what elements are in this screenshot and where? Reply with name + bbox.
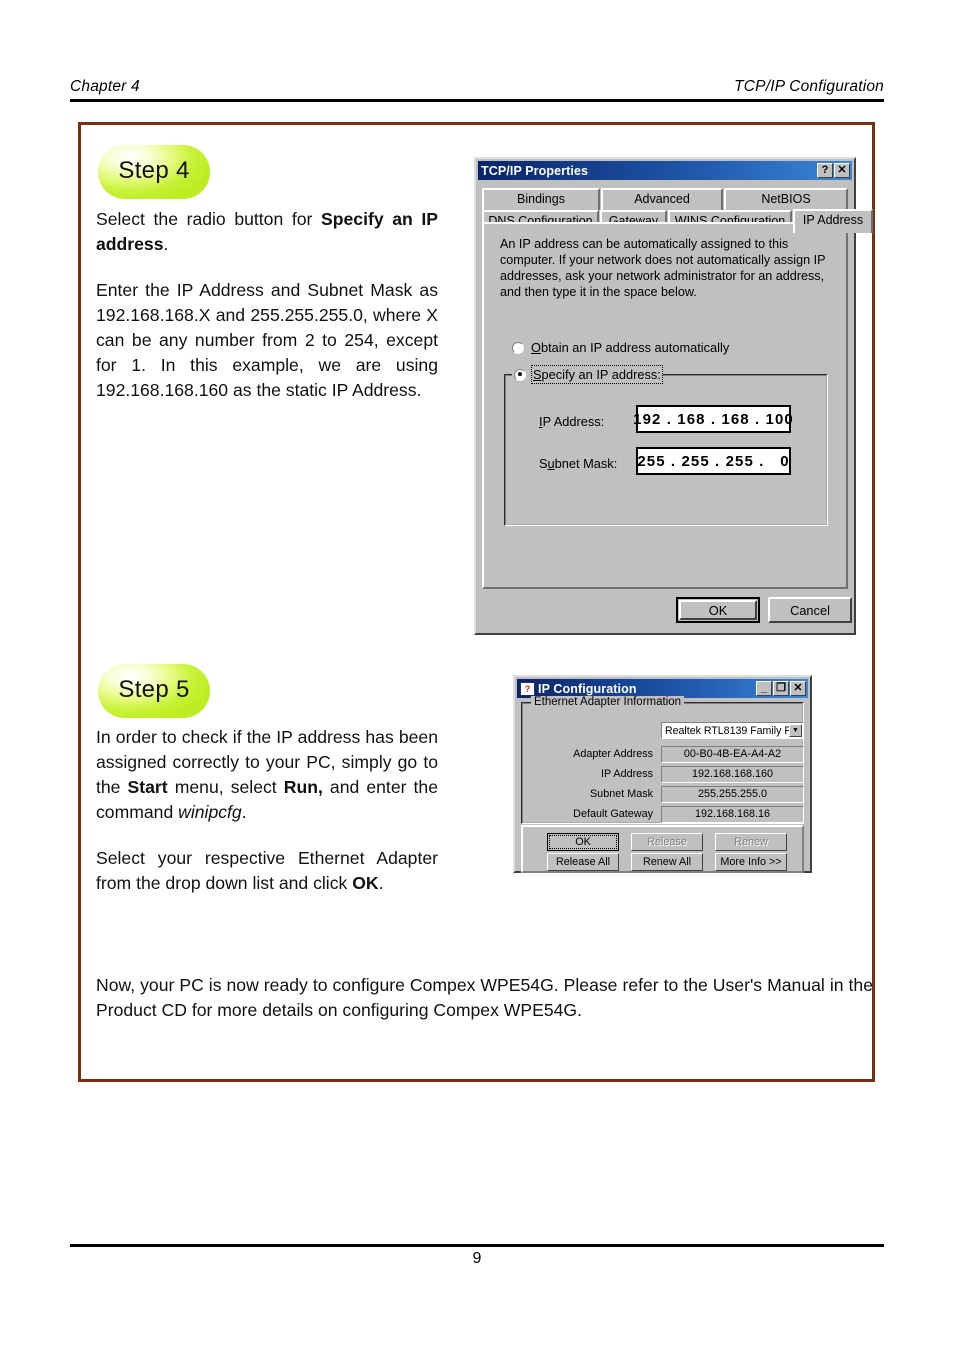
header-chapter: Chapter 4	[70, 78, 140, 95]
tab-netbios[interactable]: NetBIOS	[724, 188, 848, 210]
radio-button-icon[interactable]	[512, 341, 524, 354]
s5p1-g: .	[241, 802, 247, 822]
ipconfig-ok-label: OK	[549, 835, 617, 849]
adapter-address-row: Adapter Address 00-B0-4B-EA-A4-A2	[529, 746, 804, 763]
ip-configuration-dialog: ? IP Configuration _ ❐ ✕ Ethernet Adapte…	[513, 675, 812, 873]
renew-all-button[interactable]: Renew All	[631, 853, 703, 871]
s5p1-c: menu, select	[167, 777, 284, 797]
step-4-badge: Step 4	[98, 145, 210, 199]
footer-divider	[70, 1244, 884, 1247]
s5p1-f: winipcfg	[178, 802, 242, 822]
adapter-address-value: 00-B0-4B-EA-A4-A2	[661, 746, 804, 763]
tcpip-titlebar: TCP/IP Properties ? ✕	[478, 161, 852, 180]
ip-address-value: 192.168.168.160	[661, 766, 804, 783]
ethernet-adapter-information-group: Ethernet Adapter Information Realtek RTL…	[521, 696, 804, 824]
ipconfig-ok-button[interactable]: OK	[547, 833, 619, 851]
subnet-mask-label: Subnet Mask	[589, 788, 653, 800]
ip-address-label: IP Address:	[539, 414, 605, 429]
step-5-badge-label: Step 5	[118, 676, 190, 703]
step-5-text: In order to check if the IP address has …	[96, 725, 438, 896]
ip-address-label: IP Address	[600, 768, 653, 780]
tcpip-properties-dialog: TCP/IP Properties ? ✕ Bindings Advanced …	[474, 157, 873, 635]
radio-obtain-label: Obtain an IP address automatically	[531, 340, 730, 355]
step-4-paragraph-1: Select the radio button for Specify an I…	[96, 207, 438, 257]
s5p2-b: OK	[352, 873, 379, 893]
ip-address-description: An IP address can be automatically assig…	[500, 237, 826, 299]
ipconfig-title: IP Configuration	[538, 681, 637, 696]
page-header: Chapter 4 TCP/IP Configuration	[70, 78, 884, 102]
default-gateway-value: 192.168.168.16	[661, 806, 804, 823]
radio-specify-label: Specify an IP address:	[531, 365, 663, 384]
release-all-button[interactable]: Release All	[547, 853, 619, 871]
final-note-paragraph: Now, your PC is now ready to configure C…	[96, 975, 873, 1020]
ok-button-label: OK	[679, 600, 757, 620]
step-5-paragraph-1: In order to check if the IP address has …	[96, 725, 438, 825]
cancel-button[interactable]: Cancel	[768, 597, 852, 623]
maximize-icon[interactable]: ❐	[773, 681, 789, 696]
header-section-title: TCP/IP Configuration	[734, 78, 884, 95]
tab-bindings[interactable]: Bindings	[482, 188, 600, 210]
step-4-text: Select the radio button for Specify an I…	[96, 207, 438, 403]
step-5-badge: Step 5	[98, 664, 210, 718]
release-button[interactable]: Release	[631, 833, 703, 851]
more-info-button[interactable]: More Info >>	[715, 853, 787, 871]
ethernet-adapter-information-label: Ethernet Adapter Information	[531, 696, 685, 708]
radio-specify-ip-address[interactable]: Specify an IP address:	[512, 365, 663, 384]
close-icon[interactable]: ✕	[834, 163, 850, 178]
s5p1-b: Start	[127, 777, 168, 797]
ipconfig-button-panel: OK Release Renew Release All Renew All M…	[521, 825, 804, 873]
renew-button[interactable]: Renew	[715, 833, 787, 851]
s5p1-d: Run,	[283, 777, 323, 797]
chevron-down-icon[interactable]: ▼	[789, 724, 802, 737]
minimize-icon[interactable]: _	[756, 681, 772, 696]
ip-address-input[interactable]: 192 . 168 . 168 . 100	[633, 405, 793, 433]
content-frame: Step 4 Select the radio button for Speci…	[78, 122, 875, 1082]
final-note: Now, your PC is now ready to configure C…	[96, 973, 873, 1023]
subnet-mask-label: Subnet Mask:	[539, 456, 618, 471]
ok-button[interactable]: OK	[676, 597, 760, 623]
subnet-mask-value: 255.255.255.0	[661, 786, 804, 803]
tab-ip-address[interactable]: IP Address	[793, 209, 873, 233]
page-number: 9	[472, 1250, 482, 1267]
winipcfg-app-icon: ?	[520, 681, 535, 696]
s4p1-part-c: .	[163, 234, 169, 254]
tcpip-tab-panel: An IP address can be automatically assig…	[482, 222, 848, 589]
ip-address-row: IP Address 192.168.168.160	[529, 766, 804, 783]
s5p2-c: .	[378, 873, 384, 893]
tab-advanced[interactable]: Advanced	[601, 188, 723, 210]
subnet-mask-input[interactable]: 255 . 255 . 255 . 0	[636, 447, 791, 475]
help-icon[interactable]: ?	[817, 163, 833, 178]
radio-button-selected-icon[interactable]	[514, 368, 526, 381]
default-gateway-label: Default Gateway	[573, 808, 653, 820]
tcpip-title: TCP/IP Properties	[481, 163, 589, 178]
close-icon[interactable]: ✕	[790, 681, 806, 696]
subnet-mask-row: Subnet Mask 255.255.255.0	[529, 786, 804, 803]
header-divider	[70, 99, 884, 102]
radio-obtain-ip-automatically[interactable]: Obtain an IP address automatically	[512, 340, 729, 355]
step-4-paragraph-2: Enter the IP Address and Subnet Mask as …	[96, 280, 438, 400]
s4p1-part-a: Select the radio button for	[96, 209, 322, 229]
step-5-paragraph-2: Select your respective Ethernet Adapter …	[96, 846, 438, 896]
s5p2-a: Select your respective Ethernet Adapter …	[96, 848, 438, 893]
step-4-badge-label: Step 4	[118, 157, 190, 184]
adapter-select-value: Realtek RTL8139 Family PCI Fas	[665, 724, 803, 737]
adapter-select[interactable]: Realtek RTL8139 Family PCI Fas ▼	[661, 722, 804, 739]
adapter-address-label: Adapter Address	[573, 748, 653, 760]
default-gateway-row: Default Gateway 192.168.168.16	[529, 806, 804, 823]
